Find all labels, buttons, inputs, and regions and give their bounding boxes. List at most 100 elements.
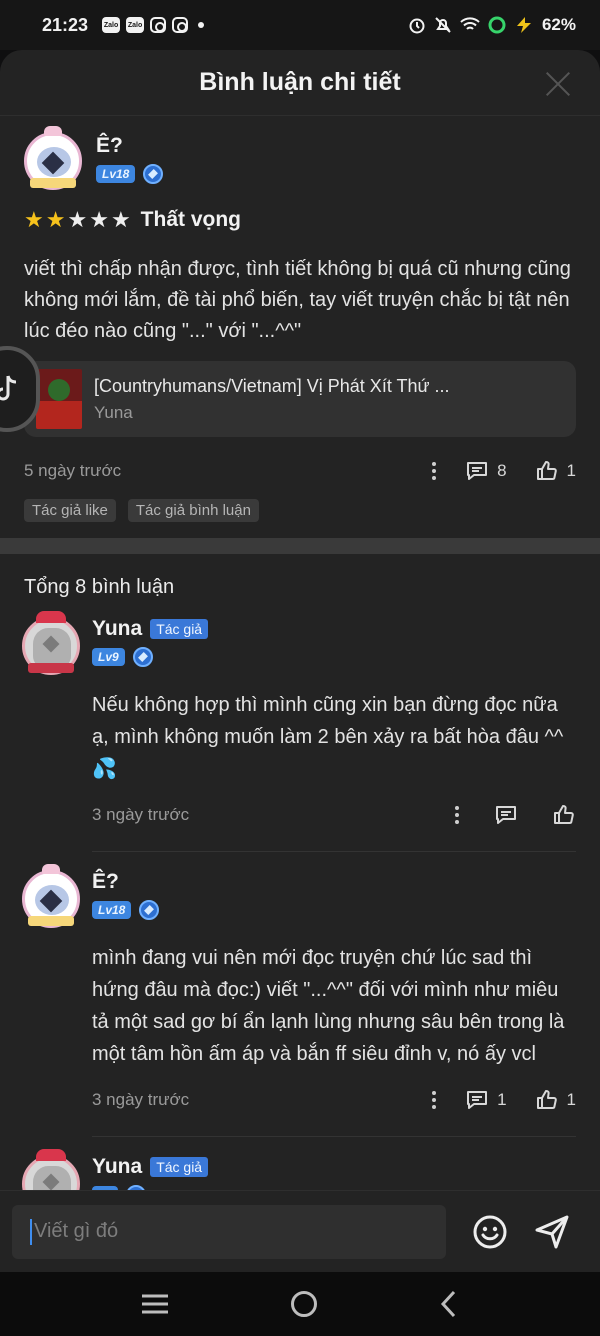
comment-button[interactable]: 8 bbox=[465, 459, 507, 483]
reply-count: 1 bbox=[497, 1090, 507, 1109]
emoji-icon[interactable] bbox=[472, 1214, 508, 1250]
zalo-icon: Zalo bbox=[126, 17, 145, 33]
level-badge: Lv18 bbox=[92, 901, 132, 919]
comment-icon bbox=[496, 806, 516, 824]
avatar-frame-ribbon bbox=[30, 178, 76, 188]
comment-item: Ê? Lv18 mình đang vui nên mới đọc truyện… bbox=[0, 864, 600, 1114]
wifi-icon bbox=[460, 17, 480, 30]
system-nav-bar bbox=[0, 1272, 600, 1336]
like-button[interactable]: 1 bbox=[535, 459, 576, 483]
comment-meta: 3 ngày trước 1 1 bbox=[92, 1086, 576, 1114]
sweat-drops-emoji: 💦 bbox=[92, 758, 117, 780]
avatar-frame-crown bbox=[36, 611, 66, 623]
section-divider bbox=[0, 538, 600, 554]
vip-gem-icon bbox=[143, 164, 164, 184]
comment-detail-sheet: Bình luận chi tiết Ê? Lv18 ★ ★ ★ ★ ★ Thất vọ… bbox=[0, 50, 600, 1272]
star-filled-icon: ★ bbox=[24, 207, 44, 232]
more-options-icon[interactable] bbox=[454, 806, 460, 824]
comment-text: Nếu không hợp thì mình cũng xin bạn đừng… bbox=[92, 689, 576, 785]
comment-time: 3 ngày trước bbox=[92, 1090, 190, 1109]
charging-icon bbox=[516, 17, 531, 33]
book-cover-image bbox=[36, 369, 82, 429]
book-card[interactable]: [Countryhumans/Vietnam] Vị Phát Xít Thứ … bbox=[24, 361, 576, 437]
author-badge: Tác giả bbox=[150, 1157, 209, 1177]
review-header: Ê? Lv18 bbox=[24, 126, 576, 194]
star-empty-icon: ★ bbox=[67, 207, 88, 232]
main-review: Ê? Lv18 ★ ★ ★ ★ ★ Thất vọng viết thì chấp nh… bbox=[0, 116, 600, 522]
comment-separator bbox=[92, 851, 576, 852]
like-button[interactable] bbox=[552, 803, 576, 827]
comment-item: Yuna Tác giả Lv9 Nếu không hợp thì mình … bbox=[0, 611, 600, 829]
avatar[interactable] bbox=[22, 864, 82, 932]
avatar-frame-crown bbox=[42, 864, 60, 874]
book-author: Yuna bbox=[94, 402, 133, 422]
avatar-frame-crown bbox=[36, 1149, 66, 1161]
comment-input-bar: Viết gì đó bbox=[0, 1190, 600, 1272]
rating-row: ★ ★ ★ ★ ★ Thất vọng bbox=[24, 208, 576, 232]
more-options-icon[interactable] bbox=[431, 462, 437, 480]
tag-author-commented: Tác giả bình luận bbox=[127, 499, 259, 522]
notification-icons: Zalo Zalo bbox=[102, 17, 205, 33]
text-caret bbox=[30, 1218, 32, 1245]
comment-time: 3 ngày trước bbox=[92, 805, 190, 824]
star-filled-icon: ★ bbox=[45, 207, 66, 232]
avatar-frame-ribbon bbox=[28, 916, 74, 926]
thumbs-up-icon bbox=[554, 805, 574, 824]
thumbs-up-icon bbox=[536, 1090, 557, 1109]
home-icon[interactable] bbox=[290, 1290, 318, 1318]
like-count: 1 bbox=[566, 1090, 576, 1109]
author-badge: Tác giả bbox=[150, 619, 209, 639]
comment-text: mình đang vui nên mới đọc truyện chứ lúc… bbox=[92, 947, 565, 1065]
input-placeholder: Viết gì đó bbox=[34, 1220, 119, 1242]
avatar-frame-crown bbox=[44, 126, 62, 136]
avatar-frame-ribbon bbox=[28, 663, 74, 673]
comment-text-content: Nếu không hợp thì mình cũng xin bạn đừng… bbox=[92, 694, 564, 748]
review-text: viết thì chấp nhận được, tình tiết không… bbox=[24, 258, 571, 342]
vip-gem-icon bbox=[132, 647, 153, 667]
status-bar: 21:23 Zalo Zalo 62% bbox=[0, 0, 600, 50]
more-options-icon[interactable] bbox=[431, 1091, 437, 1109]
review-user-info: Ê? Lv18 bbox=[96, 128, 164, 194]
sheet-title: Bình luận chi tiết bbox=[199, 68, 401, 96]
tiktok-icon bbox=[0, 375, 17, 401]
status-right: 62% bbox=[408, 15, 576, 35]
tag-list: Tác giả like Tác giả bình luận bbox=[24, 499, 576, 522]
comment-icon bbox=[467, 462, 488, 480]
book-title: [Countryhumans/Vietnam] Vị Phát Xít Thứ … bbox=[94, 375, 450, 396]
vip-gem-icon bbox=[139, 900, 160, 920]
avatar[interactable] bbox=[22, 611, 82, 679]
reply-button[interactable]: 1 bbox=[465, 1088, 507, 1112]
level-badge: Lv9 bbox=[92, 648, 125, 666]
comment-icon bbox=[467, 1091, 488, 1109]
rating-label: Thất vọng bbox=[140, 208, 241, 231]
username[interactable]: Yuna bbox=[92, 617, 142, 641]
star-empty-icon: ★ bbox=[110, 207, 131, 232]
star-rating: ★ ★ ★ ★ ★ bbox=[24, 209, 131, 231]
reply-button[interactable] bbox=[494, 803, 518, 827]
username[interactable]: Ê? bbox=[96, 134, 123, 158]
like-button[interactable]: 1 bbox=[535, 1088, 576, 1112]
instagram-icon bbox=[150, 17, 167, 33]
comment-input[interactable]: Viết gì đó bbox=[12, 1204, 446, 1259]
zalo-icon: Zalo bbox=[102, 17, 121, 33]
instagram-icon bbox=[172, 17, 189, 33]
comments-total: Tổng 8 bình luận bbox=[24, 576, 175, 598]
avatar[interactable] bbox=[24, 126, 84, 194]
thumbs-up-icon bbox=[536, 461, 557, 480]
more-notifications-dot bbox=[198, 22, 205, 28]
back-icon[interactable] bbox=[439, 1290, 459, 1318]
username[interactable]: Ê? bbox=[92, 870, 119, 894]
level-badge: Lv18 bbox=[96, 165, 136, 183]
sheet-header: Bình luận chi tiết bbox=[0, 50, 600, 116]
review-meta: 5 ngày trước 8 1 bbox=[24, 457, 576, 485]
comment-separator bbox=[92, 1136, 576, 1137]
send-icon[interactable] bbox=[534, 1214, 570, 1250]
comment-meta: 3 ngày trước bbox=[92, 801, 576, 829]
tag-author-liked: Tác giả like bbox=[24, 499, 116, 522]
status-time: 21:23 bbox=[42, 14, 89, 35]
close-icon[interactable] bbox=[544, 70, 572, 98]
comment-count: 8 bbox=[497, 461, 507, 480]
username[interactable]: Yuna bbox=[92, 1155, 142, 1179]
mute-icon bbox=[435, 17, 451, 33]
recent-apps-icon[interactable] bbox=[141, 1292, 169, 1316]
